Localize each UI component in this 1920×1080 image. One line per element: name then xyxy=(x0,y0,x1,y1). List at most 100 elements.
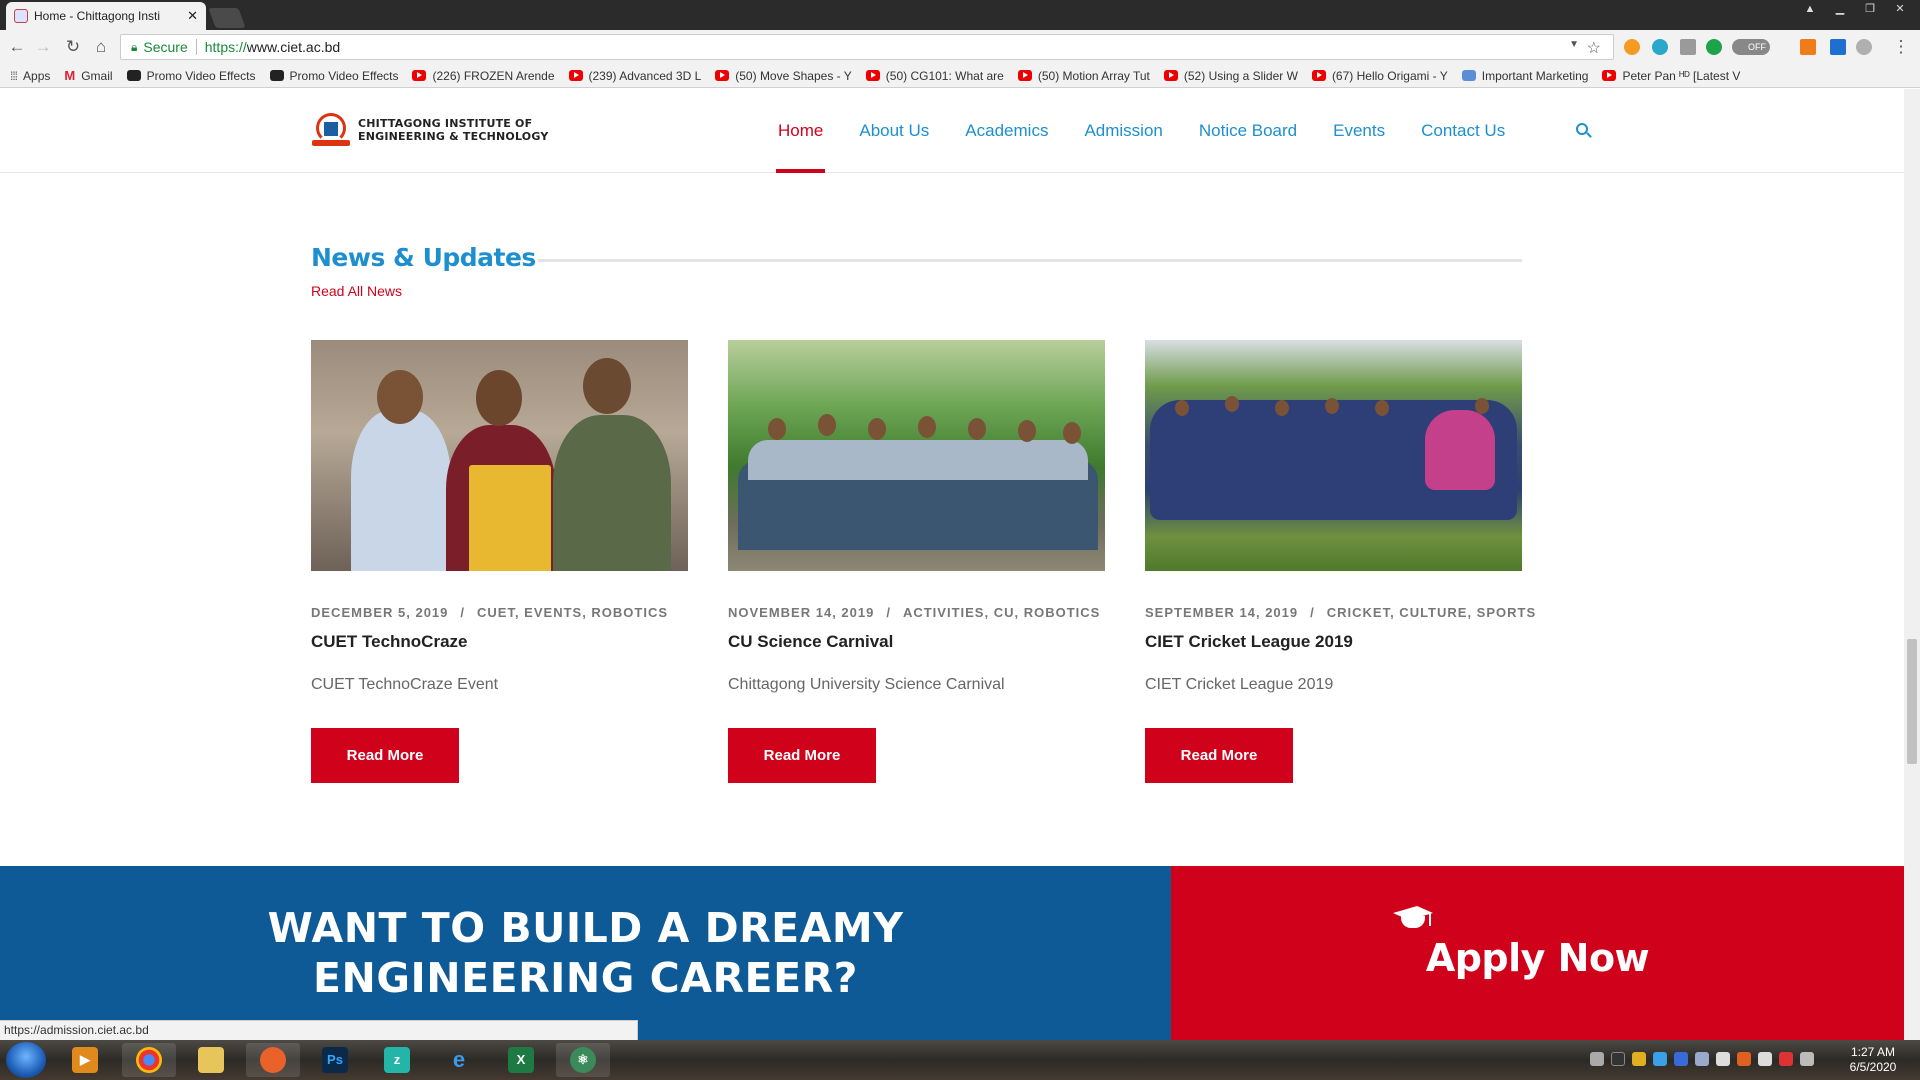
system-tray xyxy=(1590,1052,1821,1066)
page-scrollbar[interactable] xyxy=(1904,89,1920,1040)
file-explorer-icon[interactable] xyxy=(184,1043,238,1077)
youtube-icon xyxy=(1017,70,1032,81)
restore-window-icon[interactable]: ❐ xyxy=(1856,0,1884,20)
excel-icon[interactable]: X xyxy=(494,1043,548,1077)
action-center-icon[interactable] xyxy=(1779,1052,1793,1066)
tray-app-icon[interactable] xyxy=(1611,1052,1625,1066)
firefox-icon[interactable] xyxy=(246,1043,300,1077)
browser-tab-active[interactable]: Home - Chittagong Insti ✕ xyxy=(6,2,206,30)
nav-item-home[interactable]: Home xyxy=(775,89,826,173)
media-player-icon[interactable]: ▶ xyxy=(58,1043,112,1077)
bookmark-item[interactable]: ⁞⁞⁞ Apps xyxy=(10,69,50,83)
start-button-icon[interactable] xyxy=(6,1042,46,1078)
extension-icon[interactable] xyxy=(1624,39,1640,55)
apply-now-button[interactable]: Apply Now xyxy=(1171,866,1904,1040)
headphones-extension-icon[interactable] xyxy=(1652,39,1668,55)
search-extension-icon[interactable] xyxy=(1800,39,1816,55)
extension-toggle[interactable]: OFF xyxy=(1732,39,1770,55)
tray-app-icon[interactable] xyxy=(1737,1052,1751,1066)
bookmark-item[interactable]: Promo Video Effects xyxy=(269,69,398,83)
read-more-button[interactable]: Read More xyxy=(311,728,459,783)
photoshop-icon[interactable]: Ps xyxy=(308,1043,362,1077)
news-photo-technocraze[interactable] xyxy=(311,340,688,571)
tray-app-icon[interactable] xyxy=(1653,1052,1667,1066)
tray-app-icon[interactable] xyxy=(1758,1052,1772,1066)
news-categories[interactable]: ACTIVITIES, CU, ROBOTICS xyxy=(903,605,1100,620)
news-excerpt: CUET TechnoCraze Event xyxy=(311,676,499,693)
taskbar-clock[interactable]: 1:27 AM 6/5/2020 xyxy=(1838,1045,1908,1075)
reload-icon[interactable]: ↻ xyxy=(62,36,84,58)
news-categories[interactable]: CUET, EVENTS, ROBOTICS xyxy=(477,605,668,620)
bookmark-item[interactable]: (52) Using a Slider W xyxy=(1163,69,1298,83)
news-title[interactable]: CU Science Carnival xyxy=(728,632,1105,652)
nav-item-notice-board[interactable]: Notice Board xyxy=(1199,89,1297,173)
bookmark-item[interactable]: (67) Hello Origami - Y xyxy=(1311,69,1448,83)
read-more-button[interactable]: Read More xyxy=(1145,728,1293,783)
bookmarks-bar: ⁞⁞⁞ Apps M Gmail Promo Video Effects Promo… xyxy=(0,64,1920,88)
nav-item-academics[interactable]: Academics xyxy=(965,89,1048,173)
logo-line-1: CHITTAGONG INSTITUTE OF xyxy=(358,117,533,130)
bookmark-item[interactable]: Promo Video Effects xyxy=(126,69,256,83)
logo-text: CHITTAGONG INSTITUTE OF ENGINEERING & TE… xyxy=(358,117,549,143)
link-status-bar: https://admission.ciet.ac.bd xyxy=(0,1020,638,1040)
bookmark-item[interactable]: Important Marketing xyxy=(1461,69,1588,83)
user-profile-icon[interactable]: ▲ xyxy=(1796,0,1824,20)
network-icon[interactable] xyxy=(1695,1052,1709,1066)
nav-item-contact-us[interactable]: Contact Us xyxy=(1421,89,1505,173)
download-manager-icon[interactable] xyxy=(1706,39,1722,55)
address-bar[interactable]: 🔒︎ Secure https://www.ciet.ac.bd ▼ ☆ xyxy=(120,34,1614,60)
site-logo[interactable]: CHITTAGONG INSTITUTE OF ENGINEERING & TE… xyxy=(312,113,549,147)
bookmark-star-icon[interactable]: ☆ xyxy=(1587,38,1601,58)
news-categories[interactable]: CRICKET, CULTURE, SPORTS xyxy=(1327,605,1536,620)
internet-explorer-icon[interactable]: e xyxy=(432,1043,486,1077)
youtube-icon xyxy=(865,70,880,81)
bookmark-item[interactable]: (50) CG101: What are xyxy=(865,69,1004,83)
scrollbar-thumb[interactable] xyxy=(1907,639,1917,764)
download-extension-icon[interactable] xyxy=(1680,39,1696,55)
browser-menu-icon[interactable]: ⋮ xyxy=(1890,36,1912,58)
news-card: DECEMBER 5, 2019/CUET, EVENTS, ROBOTICS … xyxy=(311,340,688,783)
tray-app-icon[interactable] xyxy=(1632,1052,1646,1066)
chrome-icon[interactable] xyxy=(122,1043,176,1077)
read-all-news-link[interactable]: Read All News xyxy=(311,283,402,299)
home-icon[interactable]: ⌂ xyxy=(90,36,112,58)
omnibox-dropdown-icon[interactable]: ▼ xyxy=(1569,39,1579,50)
graduation-cap-icon xyxy=(1391,906,1435,940)
url-text[interactable]: https://www.ciet.ac.bd xyxy=(205,39,340,55)
news-photo-science-carnival[interactable] xyxy=(728,340,1105,571)
dropbox-icon[interactable] xyxy=(1674,1052,1688,1066)
back-arrow-icon[interactable]: ← xyxy=(6,36,28,58)
bookmark-item[interactable]: (50) Motion Array Tut xyxy=(1017,69,1150,83)
forward-arrow-icon[interactable]: → xyxy=(32,36,54,58)
tab-close-icon[interactable]: ✕ xyxy=(187,8,198,24)
bookmark-item[interactable]: (239) Advanced 3D L xyxy=(568,69,701,83)
help-extension-icon[interactable] xyxy=(1856,39,1872,55)
cta-headline-line-1: WANT TO BUILD A DREAMY xyxy=(267,904,904,952)
tray-app-icon[interactable] xyxy=(1800,1052,1814,1066)
news-photo-cricket-league[interactable] xyxy=(1145,340,1522,571)
bookmark-item[interactable]: (226) FROZEN Arende xyxy=(412,69,555,83)
bookmark-item[interactable]: (50) Move Shapes - Y xyxy=(715,69,852,83)
nav-item-events[interactable]: Events xyxy=(1333,89,1385,173)
bookmark-item[interactable]: Peter Pan ᴴᴰ [Latest V xyxy=(1602,69,1740,83)
read-more-button[interactable]: Read More xyxy=(728,728,876,783)
news-title[interactable]: CUET TechnoCraze xyxy=(311,632,688,652)
news-title[interactable]: CIET Cricket League 2019 xyxy=(1145,632,1522,652)
apply-now-label: Apply Now xyxy=(1425,936,1650,980)
volume-icon[interactable] xyxy=(1716,1052,1730,1066)
section-divider xyxy=(538,259,1522,262)
nav-item-about-us[interactable]: About Us xyxy=(859,89,929,173)
close-window-icon[interactable]: ✕ xyxy=(1886,0,1914,20)
windows-taskbar: ▶ Ps z e X ⚛ 1:27 AM 6/5/2020 xyxy=(0,1040,1920,1080)
notification-extension-icon[interactable] xyxy=(1830,39,1846,55)
nav-item-admission[interactable]: Admission xyxy=(1084,89,1162,173)
new-tab-button[interactable] xyxy=(208,8,246,28)
minimize-window-icon[interactable]: ▁ xyxy=(1826,0,1854,20)
bookmark-item[interactable]: M Gmail xyxy=(64,68,112,83)
search-icon[interactable] xyxy=(1576,123,1592,139)
atom-editor-icon[interactable]: ⚛ xyxy=(556,1043,610,1077)
news-section-title: News & Updates xyxy=(311,243,536,272)
tray-app-icon[interactable] xyxy=(1590,1052,1604,1066)
clock-time: 1:27 AM xyxy=(1850,1045,1896,1059)
app-icon[interactable]: z xyxy=(370,1043,424,1077)
